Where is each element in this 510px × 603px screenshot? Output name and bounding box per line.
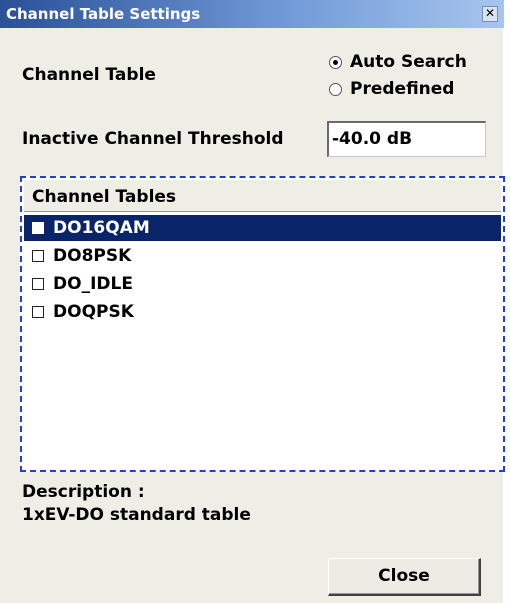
radio-predefined-label: Predefined [350,79,455,99]
list-item[interactable]: DO8PSK [24,243,501,269]
radio-auto-search[interactable]: Auto Search [329,52,467,72]
channel-table-label: Channel Table [22,65,156,85]
list-item[interactable]: DOQPSK [24,299,501,325]
radio-button-icon[interactable] [329,55,342,69]
channel-table-settings-dialog: Channel Table Settings ✕ Channel Table A… [0,0,505,603]
checkbox-icon[interactable] [32,250,44,262]
radio-predefined[interactable]: Predefined [329,79,454,99]
radio-auto-search-label: Auto Search [350,52,467,72]
list-item-label: DO16QAM [53,218,150,238]
close-icon[interactable]: ✕ [482,6,498,22]
channel-tables-header: Channel Tables [24,180,501,212]
list-item-label: DOQPSK [53,302,134,322]
list-item-label: DO_IDLE [53,274,133,294]
channel-tables-list[interactable]: Channel Tables DO16QAM DO8PSK DO_IDLE DO… [20,176,505,472]
list-item[interactable]: DO16QAM [24,215,501,241]
title-bar[interactable]: Channel Table Settings ✕ [0,0,504,28]
dialog-title: Channel Table Settings [6,5,201,23]
radio-button-icon[interactable] [329,82,342,96]
threshold-label: Inactive Channel Threshold [22,129,284,149]
checkbox-icon[interactable] [32,222,44,234]
checkbox-icon[interactable] [32,306,44,318]
checkbox-icon[interactable] [32,278,44,290]
description-label: Description : [22,482,145,502]
close-button[interactable]: Close [328,558,481,596]
description-text: 1xEV-DO standard table [22,505,251,525]
threshold-input[interactable]: -40.0 dB [327,121,486,157]
list-item-label: DO8PSK [53,246,132,266]
list-item[interactable]: DO_IDLE [24,271,501,297]
